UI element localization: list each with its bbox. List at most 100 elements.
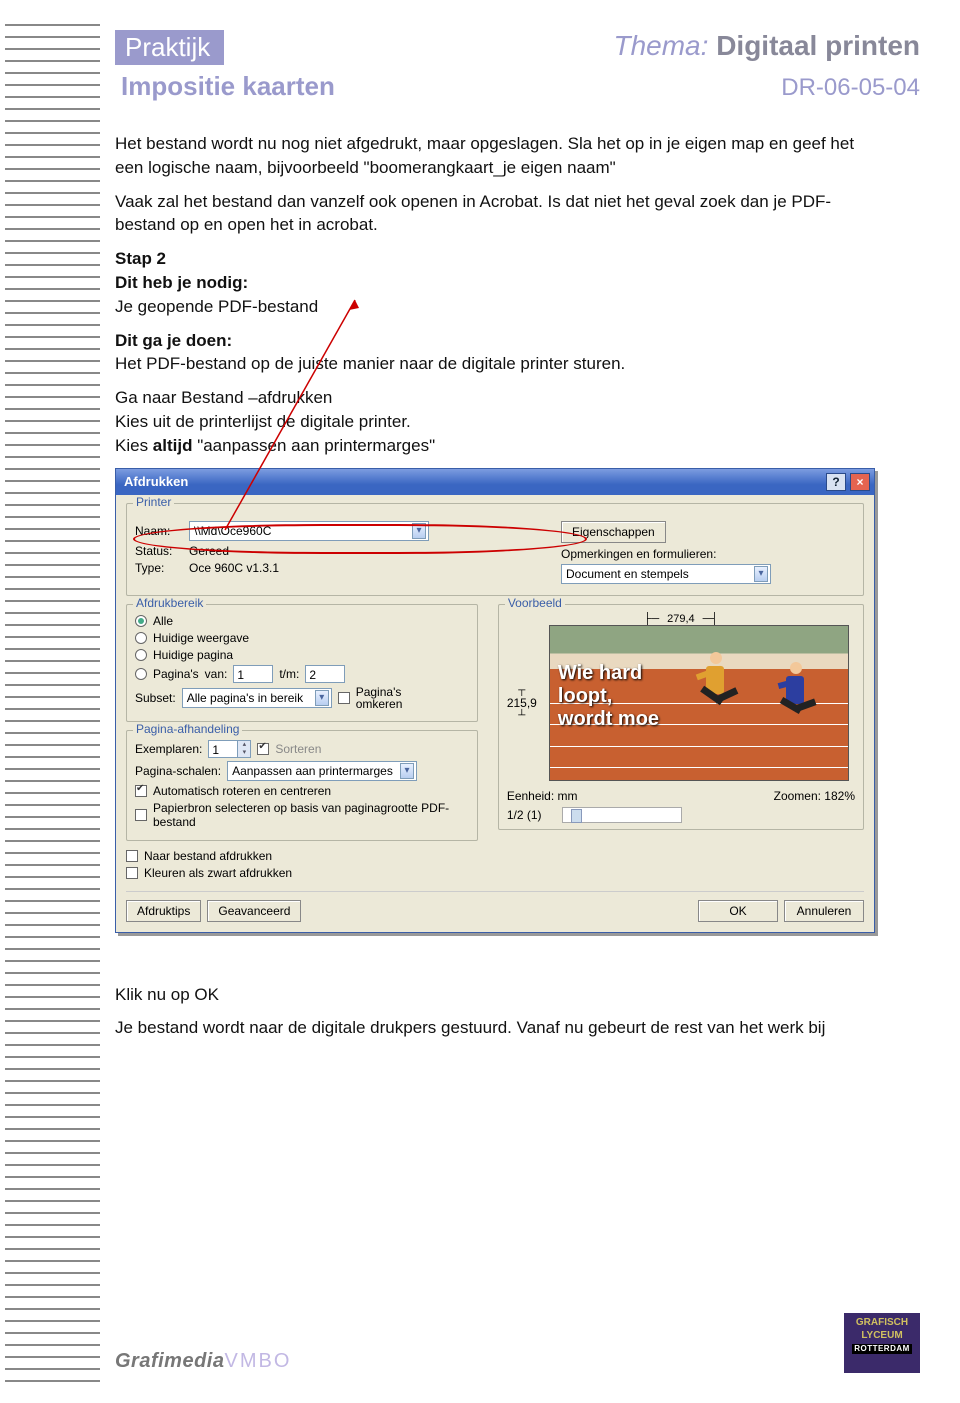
radio-huidige-weergave[interactable]	[135, 632, 147, 644]
page-indicator: 1/2 (1)	[507, 808, 542, 822]
thema-title: Thema: Digitaal printen	[613, 30, 920, 62]
schalen-label: Pagina-schalen:	[135, 764, 221, 778]
arrow-down-icon: ┴	[518, 710, 525, 721]
subset-value: Alle pagina's in bereik	[187, 691, 303, 705]
thema-prefix: Thema:	[613, 30, 708, 61]
geavanceerd-button[interactable]: Geavanceerd	[207, 900, 301, 922]
logo-line2: LYCEUM	[846, 1330, 918, 1343]
printer-name-value: \\Md\Oce960C	[194, 524, 271, 538]
naar-bestand-label: Naar bestand afdrukken	[144, 849, 272, 863]
preview-height: 215,9	[507, 696, 537, 710]
properties-button[interactable]: Eigenschappen	[561, 521, 666, 543]
footer-brand: GrafimediaVMBO	[115, 1350, 291, 1373]
radio-huidige-pagina-label: Huidige pagina	[153, 648, 233, 662]
body-final: Je bestand wordt naar de digitale drukpe…	[115, 1016, 855, 1040]
spinner-down-icon[interactable]: ▾	[238, 749, 250, 757]
preview-text-l3: wordt moe	[558, 708, 659, 730]
body-p3b: Kies uit de printerlijst de digitale pri…	[115, 412, 411, 431]
close-button[interactable]: ×	[850, 473, 870, 491]
body-p3c-a: Kies	[115, 436, 153, 455]
van-label: van:	[205, 667, 228, 681]
preview-text-l2: loopt,	[558, 685, 612, 707]
spinner-up-icon[interactable]: ▴	[238, 741, 250, 749]
naar-bestand-checkbox[interactable]	[126, 850, 138, 862]
page-slider[interactable]	[562, 807, 682, 823]
zoom-label: Zoomen: 182%	[774, 789, 855, 803]
gajedoen-title: Dit ga je doen:	[115, 331, 232, 350]
printer-name-select[interactable]: \\Md\Oce960C ▾	[189, 521, 429, 541]
kleuren-zwart-label: Kleuren als zwart afdrukken	[144, 866, 292, 880]
opm-value: Document en stempels	[566, 567, 689, 581]
body-p3c-b: altijd	[153, 436, 193, 455]
eenheid-label: Eenheid: mm	[507, 789, 578, 803]
subset-label: Subset:	[135, 691, 176, 705]
preview-image: Wie hard loopt, wordt moe	[549, 625, 849, 781]
ditheb-title: Dit heb je nodig:	[115, 273, 248, 292]
tm-label: t/m:	[279, 667, 299, 681]
body-p1: Het bestand wordt nu nog niet afgedrukt,…	[115, 132, 855, 180]
kleuren-zwart-checkbox[interactable]	[126, 867, 138, 879]
van-input[interactable]: 1	[233, 665, 273, 683]
autorot-checkbox[interactable]	[135, 785, 147, 797]
arrow-left-icon: ├─	[644, 613, 660, 625]
tm-input[interactable]: 2	[305, 665, 345, 683]
gajedoen-text: Het PDF-bestand op de juiste manier naar…	[115, 354, 625, 373]
preview-width: 279,4	[667, 613, 695, 625]
omkeren-label: Pagina's omkeren	[356, 686, 403, 710]
dialog-title-bar[interactable]: Afdrukken ? ×	[116, 469, 874, 495]
type-label: Type:	[135, 561, 183, 575]
radio-paginas[interactable]	[135, 668, 147, 680]
page-code: DR-06-05-04	[781, 74, 920, 102]
printer-group-label: Printer	[133, 495, 174, 509]
opm-select[interactable]: Document en stempels ▾	[561, 564, 771, 584]
subset-select[interactable]: Alle pagina's in bereik ▾	[182, 688, 332, 708]
arrow-up-icon: ┬	[518, 685, 525, 696]
stap2-title: Stap 2	[115, 249, 166, 268]
radio-huidige-weergave-label: Huidige weergave	[153, 631, 249, 645]
printer-name-label: Naam:	[135, 524, 183, 538]
logo-line1: GRAFISCH	[846, 1317, 918, 1330]
papierbron-label: Papierbron selecteren op basis van pagin…	[153, 801, 453, 829]
schalen-select[interactable]: Aanpassen aan printermarges ▾	[227, 761, 417, 781]
sorteren-label: Sorteren	[275, 742, 321, 756]
chevron-down-icon[interactable]: ▾	[315, 690, 329, 706]
annuleren-button[interactable]: Annuleren	[784, 900, 864, 922]
arrow-right-icon: ─┤	[703, 613, 719, 625]
type-value: Oce 960C v1.3.1	[189, 561, 279, 575]
exemplaren-spinner[interactable]: 1 ▴▾	[208, 740, 251, 758]
omkeren-checkbox[interactable]	[338, 692, 350, 704]
help-button[interactable]: ?	[826, 473, 846, 491]
print-dialog: Afdrukken ? × Printer Naam:	[115, 468, 875, 933]
papierbron-checkbox[interactable]	[135, 809, 147, 821]
exemplaren-label: Exemplaren:	[135, 742, 202, 756]
chevron-down-icon[interactable]: ▾	[400, 763, 414, 779]
brand-part1: Grafimedia	[115, 1350, 224, 1372]
body-p2: Vaak zal het bestand dan vanzelf ook ope…	[115, 190, 855, 238]
klik-ok: Klik nu op OK	[115, 983, 855, 1007]
dialog-title: Afdrukken	[124, 474, 188, 489]
chevron-down-icon[interactable]: ▾	[412, 523, 426, 539]
schalen-value: Aanpassen aan printermarges	[232, 764, 393, 778]
thema-text: Digitaal printen	[716, 30, 920, 61]
preview-text-l1: Wie hard	[558, 662, 642, 684]
bereik-group-label: Afdrukbereik	[133, 596, 206, 610]
page-subtitle: Impositie kaarten	[121, 71, 335, 102]
status-value: Gereed	[189, 544, 229, 558]
margin-note-lines	[5, 24, 100, 1384]
exemplaren-input[interactable]: 1	[208, 740, 238, 758]
radio-paginas-label: Pagina's	[153, 667, 199, 681]
opm-label: Opmerkingen en formulieren:	[561, 547, 716, 561]
afhandeling-group-label: Pagina-afhandeling	[133, 722, 242, 736]
status-label: Status:	[135, 544, 183, 558]
body-p3a: Ga naar Bestand –afdrukken	[115, 388, 332, 407]
chevron-down-icon[interactable]: ▾	[754, 566, 768, 582]
sorteren-checkbox	[257, 743, 269, 755]
brand-part2: VMBO	[224, 1350, 291, 1372]
body-p3c-c: "aanpassen aan printermarges"	[192, 436, 435, 455]
voorbeeld-group-label: Voorbeeld	[505, 596, 565, 610]
afdruktips-button[interactable]: Afdruktips	[126, 900, 201, 922]
radio-huidige-pagina[interactable]	[135, 649, 147, 661]
ok-button[interactable]: OK	[698, 900, 778, 922]
category-tag: Praktijk	[115, 30, 224, 65]
radio-alle[interactable]	[135, 615, 147, 627]
